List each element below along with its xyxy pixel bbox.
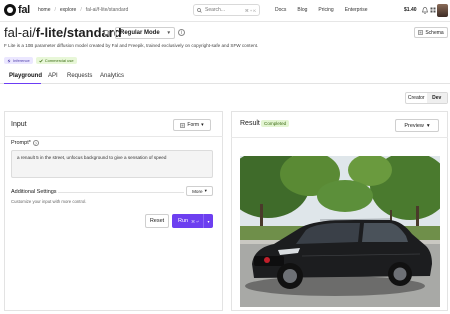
chevron-down-icon: ▾ (204, 188, 207, 193)
tab-requests[interactable]: Requests (67, 73, 92, 79)
form-icon (180, 122, 186, 128)
inference-badge-label: Inference (13, 58, 30, 63)
schema-icon (418, 30, 424, 35)
logo-text: fal (18, 4, 30, 16)
check-icon (38, 59, 43, 63)
nav-link-blog[interactable]: Blog (297, 7, 307, 13)
generated-image[interactable] (240, 156, 440, 307)
tab-bar: Playground API Requests Analytics (0, 69, 450, 84)
help-icon[interactable]: ? (32, 140, 39, 146)
fal-logo-mark (4, 4, 16, 16)
copy-icon[interactable] (104, 30, 110, 38)
credit-balance[interactable]: $1.40 (404, 7, 417, 13)
mode-select[interactable]: Regular Mode ▾ (115, 27, 175, 39)
view-toggle-creator[interactable]: Creator (406, 93, 427, 103)
breadcrumb: home / explore / fal-ai/f-lite/standard (38, 7, 128, 13)
more-settings-label: More (192, 188, 203, 194)
prompt-label: Prompt* ? (11, 140, 39, 146)
breadcrumb-separator: / (54, 7, 56, 13)
preview-button[interactable]: Preview ▾ (395, 119, 439, 132)
run-button[interactable]: Run ⌘ ↵ ▾ (172, 214, 213, 228)
grid-icon[interactable] (428, 5, 437, 15)
breadcrumb-separator: / (80, 7, 82, 13)
commercial-badge-label: Commercial use (44, 58, 74, 63)
run-shortcut: ⌘ ↵ (191, 218, 200, 224)
additional-settings-divider (58, 192, 184, 193)
prompt-label-text: Prompt* (11, 140, 31, 146)
breadcrumb-explore[interactable]: explore (60, 7, 76, 13)
breadcrumb-current: fal-ai/f-lite/standard (85, 7, 129, 13)
nav-link-pricing[interactable]: Pricing (318, 7, 333, 13)
breadcrumb-home[interactable]: home (38, 7, 51, 13)
status-badge: Completed (261, 120, 290, 127)
model-owner: fal-ai/ (4, 25, 36, 40)
tab-api[interactable]: API (48, 73, 58, 79)
active-tab-indicator (4, 83, 41, 84)
reset-button[interactable]: Reset (145, 214, 169, 228)
nav-link-enterprise[interactable]: Enterprise (345, 7, 368, 13)
tab-playground[interactable]: Playground (9, 73, 42, 79)
schema-label: Schema (425, 29, 444, 36)
chevron-down-icon[interactable]: ▾ (203, 214, 213, 228)
preview-label: Preview (404, 122, 424, 129)
search-icon (197, 7, 202, 13)
form-mode-label: Form (187, 122, 200, 128)
top-nav: fal home / explore / fal-ai/f-lite/stand… (0, 0, 450, 22)
input-title: Input (11, 121, 27, 128)
input-divider (4, 136, 223, 137)
view-toggle-dev[interactable]: Dev (426, 93, 447, 103)
tab-analytics[interactable]: Analytics (100, 73, 124, 79)
bolt-icon (7, 58, 11, 63)
chevron-down-icon: ▾ (426, 122, 430, 129)
nav-link-docs[interactable]: Docs (275, 7, 286, 13)
result-title: Result (240, 120, 260, 127)
info-icon[interactable]: i (178, 29, 185, 36)
additional-settings-title: Additional Settings (11, 189, 57, 195)
search-placeholder: Search... (205, 7, 226, 13)
search-shortcut: ⌘ + K (244, 7, 256, 13)
chevron-down-icon: ▾ (167, 30, 170, 36)
additional-settings-description: Customize your input with more control. (11, 199, 87, 204)
commercial-badge: Commercial use (35, 57, 77, 64)
form-mode-button[interactable]: Form ▾ (173, 119, 211, 131)
more-settings-button[interactable]: More ▾ (186, 186, 213, 196)
result-divider (231, 137, 448, 138)
model-description: F Lite is a 10B parameter diffusion mode… (4, 43, 259, 48)
fal-logo[interactable]: fal (4, 4, 30, 16)
prompt-input[interactable]: a renault 5 in the street, unfocus backg… (11, 150, 213, 178)
run-label: Run (178, 218, 189, 224)
chevron-down-icon: ▾ (201, 122, 204, 128)
inference-badge: Inference (4, 57, 33, 64)
schema-button[interactable]: Schema (414, 27, 448, 38)
nav-links: Docs Blog Pricing Enterprise (275, 7, 368, 13)
mode-select-value: Regular Mode (120, 30, 160, 36)
view-toggle: Creator Dev (405, 92, 448, 104)
avatar[interactable] (437, 4, 448, 17)
search-input[interactable]: Search... ⌘ + K (193, 4, 260, 16)
model-badges: Inference Commercial use (4, 57, 77, 64)
